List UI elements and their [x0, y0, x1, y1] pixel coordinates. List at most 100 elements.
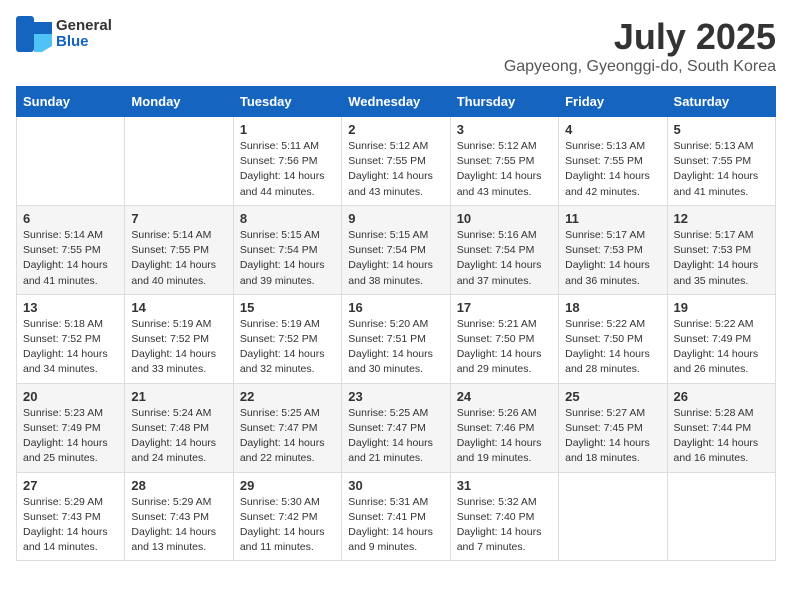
day-info: Sunrise: 5:17 AM Sunset: 7:53 PM Dayligh… — [565, 228, 660, 289]
calendar-cell — [17, 117, 125, 206]
day-info: Sunrise: 5:24 AM Sunset: 7:48 PM Dayligh… — [131, 406, 226, 467]
day-info: Sunrise: 5:29 AM Sunset: 7:43 PM Dayligh… — [131, 495, 226, 556]
calendar-cell: 28 Sunrise: 5:29 AM Sunset: 7:43 PM Dayli… — [125, 472, 233, 561]
day-number: 2 — [348, 122, 443, 137]
calendar-cell: 17 Sunrise: 5:21 AM Sunset: 7:50 PM Dayli… — [450, 294, 558, 383]
day-info: Sunrise: 5:25 AM Sunset: 7:47 PM Dayligh… — [240, 406, 335, 467]
day-number: 27 — [23, 478, 118, 493]
day-number: 29 — [240, 478, 335, 493]
calendar-week-row: 6 Sunrise: 5:14 AM Sunset: 7:55 PM Daylig… — [17, 205, 776, 294]
day-info: Sunrise: 5:26 AM Sunset: 7:46 PM Dayligh… — [457, 406, 552, 467]
day-info: Sunrise: 5:27 AM Sunset: 7:45 PM Dayligh… — [565, 406, 660, 467]
day-number: 23 — [348, 389, 443, 404]
logo-general: General — [56, 17, 112, 34]
calendar-week-row: 27 Sunrise: 5:29 AM Sunset: 7:43 PM Dayli… — [17, 472, 776, 561]
day-info: Sunrise: 5:22 AM Sunset: 7:49 PM Dayligh… — [674, 317, 769, 378]
location-title: Gapyeong, Gyeonggi-do, South Korea — [504, 58, 776, 76]
day-info: Sunrise: 5:13 AM Sunset: 7:55 PM Dayligh… — [565, 139, 660, 200]
calendar-cell: 22 Sunrise: 5:25 AM Sunset: 7:47 PM Dayli… — [233, 383, 341, 472]
day-number: 22 — [240, 389, 335, 404]
calendar-cell: 16Sunrise: 5:20 AM Sunset: 7:51 PM Dayli… — [342, 294, 450, 383]
day-info: Sunrise: 5:30 AM Sunset: 7:42 PM Dayligh… — [240, 495, 335, 556]
day-info: Sunrise: 5:20 AM Sunset: 7:51 PM Dayligh… — [348, 317, 443, 378]
calendar-week-row: 13 Sunrise: 5:18 AM Sunset: 7:52 PM Dayli… — [17, 294, 776, 383]
day-info: Sunrise: 5:15 AM Sunset: 7:54 PM Dayligh… — [348, 228, 443, 289]
calendar-cell: 25 Sunrise: 5:27 AM Sunset: 7:45 PM Dayli… — [559, 383, 667, 472]
day-info: Sunrise: 5:17 AM Sunset: 7:53 PM Dayligh… — [674, 228, 769, 289]
calendar-week-row: 1 Sunrise: 5:11 AM Sunset: 7:56 PM Daylig… — [17, 117, 776, 206]
calendar-cell: 14Sunrise: 5:19 AM Sunset: 7:52 PM Dayli… — [125, 294, 233, 383]
day-info: Sunrise: 5:16 AM Sunset: 7:54 PM Dayligh… — [457, 228, 552, 289]
day-number: 25 — [565, 389, 660, 404]
day-number: 20 — [23, 389, 118, 404]
day-number: 31 — [457, 478, 552, 493]
calendar-cell: 29 Sunrise: 5:30 AM Sunset: 7:42 PM Dayli… — [233, 472, 341, 561]
day-header-wednesday: Wednesday — [342, 87, 450, 117]
day-info: Sunrise: 5:15 AM Sunset: 7:54 PM Dayligh… — [240, 228, 335, 289]
day-number: 10 — [457, 211, 552, 226]
day-info: Sunrise: 5:21 AM Sunset: 7:50 PM Dayligh… — [457, 317, 552, 378]
title-block: July 2025 Gapyeong, Gyeonggi-do, South K… — [504, 16, 776, 76]
day-header-friday: Friday — [559, 87, 667, 117]
day-info: Sunrise: 5:18 AM Sunset: 7:52 PM Dayligh… — [23, 317, 118, 378]
calendar-cell: 9Sunrise: 5:15 AM Sunset: 7:54 PM Daylig… — [342, 205, 450, 294]
calendar-cell: 24 Sunrise: 5:26 AM Sunset: 7:46 PM Dayli… — [450, 383, 558, 472]
day-number: 26 — [674, 389, 769, 404]
day-number: 17 — [457, 300, 552, 315]
day-info: Sunrise: 5:29 AM Sunset: 7:43 PM Dayligh… — [23, 495, 118, 556]
day-number: 30 — [348, 478, 443, 493]
day-info: Sunrise: 5:14 AM Sunset: 7:55 PM Dayligh… — [23, 228, 118, 289]
day-number: 8 — [240, 211, 335, 226]
day-number: 28 — [131, 478, 226, 493]
day-info: Sunrise: 5:32 AM Sunset: 7:40 PM Dayligh… — [457, 495, 552, 556]
calendar-cell — [559, 472, 667, 561]
day-number: 6 — [23, 211, 118, 226]
day-number: 13 — [23, 300, 118, 315]
calendar-cell: 1 Sunrise: 5:11 AM Sunset: 7:56 PM Daylig… — [233, 117, 341, 206]
day-number: 21 — [131, 389, 226, 404]
day-number: 19 — [674, 300, 769, 315]
calendar-cell: 11Sunrise: 5:17 AM Sunset: 7:53 PM Dayli… — [559, 205, 667, 294]
calendar-cell: 8 Sunrise: 5:15 AM Sunset: 7:54 PM Daylig… — [233, 205, 341, 294]
day-header-saturday: Saturday — [667, 87, 775, 117]
logo: General Blue — [16, 16, 112, 52]
calendar-table: SundayMondayTuesdayWednesdayThursdayFrid… — [16, 86, 776, 561]
calendar-cell: 4 Sunrise: 5:13 AM Sunset: 7:55 PM Daylig… — [559, 117, 667, 206]
day-header-tuesday: Tuesday — [233, 87, 341, 117]
calendar-cell: 15Sunrise: 5:19 AM Sunset: 7:52 PM Dayli… — [233, 294, 341, 383]
calendar-cell: 31 Sunrise: 5:32 AM Sunset: 7:40 PM Dayli… — [450, 472, 558, 561]
day-number: 1 — [240, 122, 335, 137]
day-info: Sunrise: 5:23 AM Sunset: 7:49 PM Dayligh… — [23, 406, 118, 467]
logo-blue: Blue — [56, 33, 89, 50]
day-info: Sunrise: 5:11 AM Sunset: 7:56 PM Dayligh… — [240, 139, 335, 200]
calendar-cell: 12 Sunrise: 5:17 AM Sunset: 7:53 PM Dayli… — [667, 205, 775, 294]
calendar-cell: 2Sunrise: 5:12 AM Sunset: 7:55 PM Daylig… — [342, 117, 450, 206]
calendar-cell: 5Sunrise: 5:13 AM Sunset: 7:55 PM Daylig… — [667, 117, 775, 206]
calendar-cell: 21 Sunrise: 5:24 AM Sunset: 7:48 PM Dayli… — [125, 383, 233, 472]
logo-icon — [16, 16, 52, 52]
calendar-cell: 7Sunrise: 5:14 AM Sunset: 7:55 PM Daylig… — [125, 205, 233, 294]
calendar-cell: 10 Sunrise: 5:16 AM Sunset: 7:54 PM Dayli… — [450, 205, 558, 294]
calendar-cell: 27 Sunrise: 5:29 AM Sunset: 7:43 PM Dayli… — [17, 472, 125, 561]
day-info: Sunrise: 5:12 AM Sunset: 7:55 PM Dayligh… — [457, 139, 552, 200]
calendar-cell: 23 Sunrise: 5:25 AM Sunset: 7:47 PM Dayli… — [342, 383, 450, 472]
day-number: 5 — [674, 122, 769, 137]
calendar-header-row: SundayMondayTuesdayWednesdayThursdayFrid… — [17, 87, 776, 117]
calendar-cell: 13 Sunrise: 5:18 AM Sunset: 7:52 PM Dayli… — [17, 294, 125, 383]
day-number: 24 — [457, 389, 552, 404]
calendar-cell: 3 Sunrise: 5:12 AM Sunset: 7:55 PM Daylig… — [450, 117, 558, 206]
day-number: 15 — [240, 300, 335, 315]
calendar-week-row: 20 Sunrise: 5:23 AM Sunset: 7:49 PM Dayli… — [17, 383, 776, 472]
month-title: July 2025 — [504, 16, 776, 58]
day-header-sunday: Sunday — [17, 87, 125, 117]
day-info: Sunrise: 5:25 AM Sunset: 7:47 PM Dayligh… — [348, 406, 443, 467]
day-info: Sunrise: 5:22 AM Sunset: 7:50 PM Dayligh… — [565, 317, 660, 378]
calendar-cell: 6 Sunrise: 5:14 AM Sunset: 7:55 PM Daylig… — [17, 205, 125, 294]
day-number: 14 — [131, 300, 226, 315]
day-number: 12 — [674, 211, 769, 226]
day-info: Sunrise: 5:14 AM Sunset: 7:55 PM Dayligh… — [131, 228, 226, 289]
day-header-thursday: Thursday — [450, 87, 558, 117]
day-number: 4 — [565, 122, 660, 137]
calendar-cell: 30Sunrise: 5:31 AM Sunset: 7:41 PM Dayli… — [342, 472, 450, 561]
day-number: 3 — [457, 122, 552, 137]
